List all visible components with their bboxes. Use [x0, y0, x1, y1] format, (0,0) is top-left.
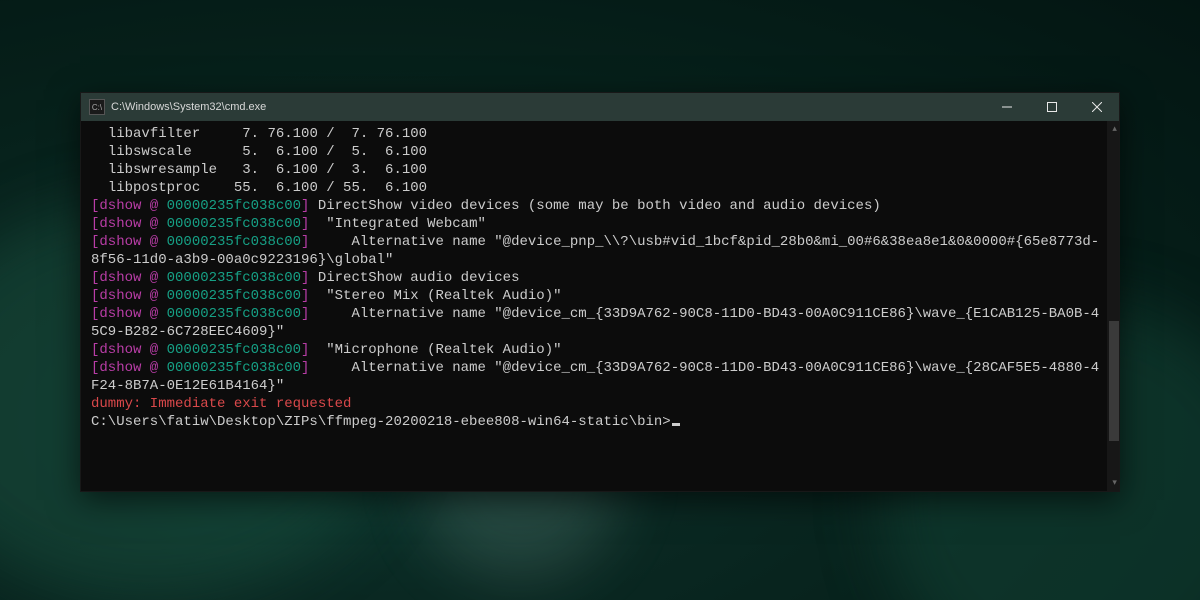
terminal-line: libpostproc 55. 6.100 / 55. 6.100 [91, 179, 1107, 197]
minimize-button[interactable] [984, 93, 1029, 121]
terminal-line: [dshow @ 00000235fc038c00] Alternative n… [91, 233, 1107, 269]
scroll-thumb[interactable] [1109, 321, 1119, 441]
window-title: C:\Windows\System32\cmd.exe [111, 101, 266, 113]
cmd-icon: C:\ [89, 99, 105, 115]
terminal-line: [dshow @ 00000235fc038c00] Alternative n… [91, 305, 1107, 341]
close-button[interactable] [1074, 93, 1119, 121]
scroll-down-button[interactable]: ▾ [1107, 475, 1119, 491]
terminal-line: [dshow @ 00000235fc038c00] DirectShow vi… [91, 197, 1107, 215]
terminal-line: [dshow @ 00000235fc038c00] "Stereo Mix (… [91, 287, 1107, 305]
terminal-line: [dshow @ 00000235fc038c00] Alternative n… [91, 359, 1107, 395]
titlebar[interactable]: C:\ C:\Windows\System32\cmd.exe [81, 93, 1119, 121]
terminal-line: [dshow @ 00000235fc038c00] "Microphone (… [91, 341, 1107, 359]
cursor [672, 423, 680, 426]
maximize-button[interactable] [1029, 93, 1074, 121]
client-area: libavfilter 7. 76.100 / 7. 76.100 libsws… [81, 121, 1119, 491]
terminal-line: libswresample 3. 6.100 / 3. 6.100 [91, 161, 1107, 179]
close-icon [1092, 102, 1102, 112]
terminal-line: [dshow @ 00000235fc038c00] "Integrated W… [91, 215, 1107, 233]
terminal-line: [dshow @ 00000235fc038c00] DirectShow au… [91, 269, 1107, 287]
scrollbar[interactable]: ▴ ▾ [1107, 121, 1119, 491]
terminal-output[interactable]: libavfilter 7. 76.100 / 7. 76.100 libsws… [81, 121, 1107, 491]
minimize-icon [1002, 102, 1012, 112]
cmd-window: C:\ C:\Windows\System32\cmd.exe libavfil… [80, 92, 1120, 492]
scroll-up-button[interactable]: ▴ [1107, 121, 1119, 137]
terminal-line: C:\Users\fatiw\Desktop\ZIPs\ffmpeg-20200… [91, 413, 1107, 431]
terminal-line: libavfilter 7. 76.100 / 7. 76.100 [91, 125, 1107, 143]
terminal-line: dummy: Immediate exit requested [91, 395, 1107, 413]
maximize-icon [1047, 102, 1057, 112]
terminal-line: libswscale 5. 6.100 / 5. 6.100 [91, 143, 1107, 161]
